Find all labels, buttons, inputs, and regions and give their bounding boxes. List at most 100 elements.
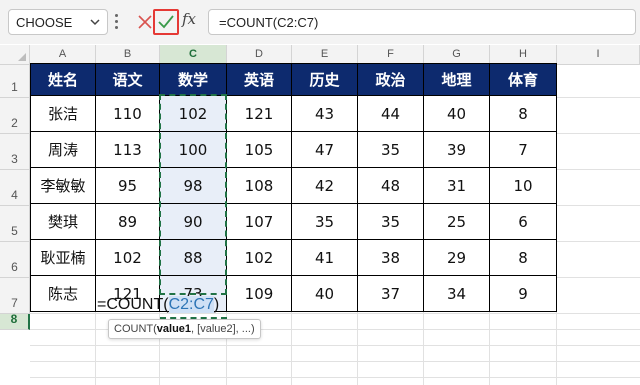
column-header-c[interactable]: C — [160, 45, 227, 65]
checkmark-icon — [158, 15, 174, 29]
chevron-down-icon — [90, 19, 100, 26]
table-cell[interactable]: 40 — [292, 276, 358, 312]
name-box-value: CHOOSE — [16, 15, 73, 30]
table-cell[interactable]: 47 — [292, 132, 358, 168]
grid-line-horizontal — [30, 361, 640, 362]
table-cell[interactable]: 48 — [358, 168, 424, 204]
table-cell[interactable]: 41 — [292, 240, 358, 276]
column-header-h[interactable]: H — [490, 45, 557, 65]
table-header-cell[interactable]: 英语 — [227, 63, 292, 96]
table-cell[interactable]: 102 — [227, 240, 292, 276]
table-cell[interactable]: 8 — [490, 240, 557, 276]
table-cell[interactable]: 25 — [424, 204, 490, 240]
row-header-5[interactable]: 5 — [0, 206, 30, 242]
row-header-6[interactable]: 6 — [0, 242, 30, 278]
table-cell[interactable]: 102 — [160, 96, 227, 132]
table-cell[interactable]: 89 — [96, 204, 160, 240]
more-options-icon[interactable] — [115, 12, 119, 32]
row-number: 1 — [11, 80, 18, 94]
table-cell[interactable]: 张洁 — [30, 96, 96, 132]
table-cell[interactable]: 8 — [490, 96, 557, 132]
table-header-cell[interactable]: 政治 — [358, 63, 424, 96]
column-header-b[interactable]: B — [96, 45, 160, 65]
row-header-7[interactable]: 7 — [0, 278, 30, 314]
row-header-8[interactable]: 8 — [0, 312, 30, 330]
table-cell[interactable]: 29 — [424, 240, 490, 276]
tooltip-func: COUNT( — [114, 323, 157, 335]
table-cell[interactable]: 34 — [424, 276, 490, 312]
formula-prefix: =COUNT( — [97, 296, 169, 313]
row-header-1[interactable]: 1 — [0, 65, 30, 98]
column-header-g[interactable]: G — [424, 45, 490, 65]
function-tooltip: COUNT(value1, [value2], ...) — [108, 319, 261, 339]
table-cell[interactable]: 90 — [160, 204, 227, 240]
table-cell[interactable]: 110 — [96, 96, 160, 132]
table-cell[interactable]: 109 — [227, 276, 292, 312]
table-header-cell[interactable]: 历史 — [292, 63, 358, 96]
table-cell[interactable]: 38 — [358, 240, 424, 276]
table-header-cell[interactable]: 地理 — [424, 63, 490, 96]
table-cell[interactable]: 6 — [490, 204, 557, 240]
table-cell[interactable]: 樊琪 — [30, 204, 96, 240]
table-cell[interactable]: 100 — [160, 132, 227, 168]
formula-bar: CHOOSE fx =COUNT(C2:C7) — [0, 0, 640, 44]
table-header-cell[interactable]: 语文 — [96, 63, 160, 96]
formula-text: =COUNT(C2:C7) — [219, 15, 319, 30]
row-number: 5 — [11, 224, 18, 238]
table-cell[interactable]: 43 — [292, 96, 358, 132]
tooltip-arg1: value1 — [156, 323, 192, 335]
column-header-f[interactable]: F — [358, 45, 424, 65]
tooltip-rest: , [value2], ...) — [191, 323, 255, 335]
table-cell[interactable]: 耿亚楠 — [30, 240, 96, 276]
table-cell[interactable]: 35 — [292, 204, 358, 240]
table-cell[interactable]: 121 — [227, 96, 292, 132]
row-number: 8 — [10, 312, 18, 326]
table-cell[interactable]: 陈志 — [30, 276, 96, 312]
table-cell[interactable]: 107 — [227, 204, 292, 240]
row-header-2[interactable]: 2 — [0, 98, 30, 134]
table-cell[interactable]: 105 — [227, 132, 292, 168]
column-header-e[interactable]: E — [292, 45, 358, 65]
table-cell[interactable]: 113 — [96, 132, 160, 168]
name-box[interactable]: CHOOSE — [8, 9, 108, 35]
row-number: 4 — [11, 188, 18, 202]
formula-suffix: ) — [213, 296, 220, 313]
row-header-4[interactable]: 4 — [0, 170, 30, 206]
table-header-cell[interactable]: 数学 — [160, 63, 227, 96]
enter-button[interactable] — [153, 9, 179, 35]
table-cell[interactable]: 108 — [227, 168, 292, 204]
table-header-cell[interactable]: 姓名 — [30, 63, 96, 96]
table-cell[interactable]: 39 — [424, 132, 490, 168]
table-cell[interactable]: 37 — [358, 276, 424, 312]
table-cell[interactable]: 88 — [160, 240, 227, 276]
table-cell[interactable]: 102 — [96, 240, 160, 276]
table-cell[interactable]: 98 — [160, 168, 227, 204]
column-header-i[interactable]: I — [557, 45, 640, 65]
table-cell[interactable]: 42 — [292, 168, 358, 204]
formula-input[interactable]: =COUNT(C2:C7) — [208, 9, 636, 35]
column-header-d[interactable]: D — [227, 45, 292, 65]
table-cell[interactable]: 10 — [490, 168, 557, 204]
table-cell[interactable]: 31 — [424, 168, 490, 204]
cell-edit-formula[interactable]: =COUNT(C2:C7) — [97, 296, 219, 314]
table-cell[interactable]: 95 — [96, 168, 160, 204]
table-header-cell[interactable]: 体育 — [490, 63, 557, 96]
grid-line-horizontal — [30, 345, 640, 346]
select-all-corner[interactable] — [0, 45, 30, 65]
row-header-3[interactable]: 3 — [0, 134, 30, 170]
table-cell[interactable]: 李敏敏 — [30, 168, 96, 204]
insert-function-button[interactable]: fx — [182, 10, 196, 28]
table-cell[interactable]: 35 — [358, 204, 424, 240]
table-cell[interactable]: 35 — [358, 132, 424, 168]
row-number: 7 — [11, 296, 18, 310]
row-number: 6 — [11, 260, 18, 274]
column-header-a[interactable]: A — [30, 45, 96, 65]
table-cell[interactable]: 40 — [424, 96, 490, 132]
table-cell[interactable]: 9 — [490, 276, 557, 312]
table-cell[interactable]: 周涛 — [30, 132, 96, 168]
table-cell[interactable]: 7 — [490, 132, 557, 168]
table-cell[interactable]: 44 — [358, 96, 424, 132]
grid-line-horizontal — [30, 377, 640, 378]
row-number: 2 — [11, 116, 18, 130]
row-number: 3 — [11, 152, 18, 166]
